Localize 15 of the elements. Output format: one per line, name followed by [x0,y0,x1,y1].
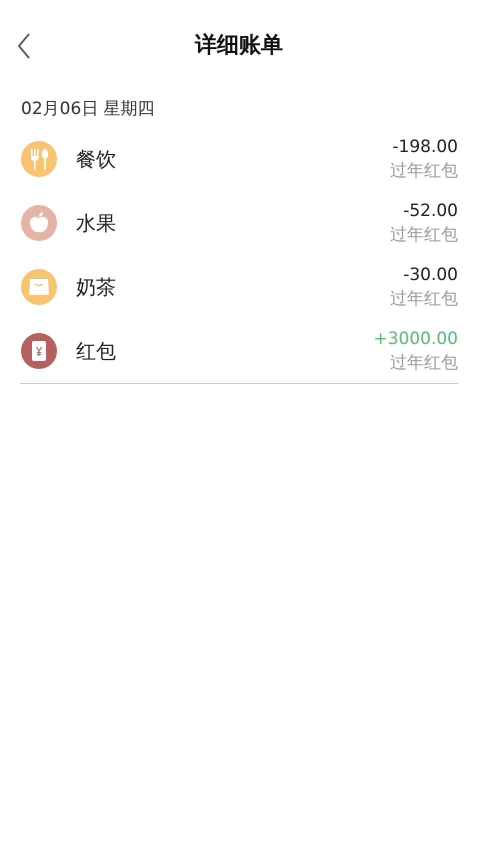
back-icon[interactable] [17,33,31,59]
amount: +3000.00 [373,328,458,351]
category-name: 餐饮 [76,146,117,172]
page-title: 详细账单 [195,32,283,60]
date-label: 02月06日 星期四 [20,98,156,121]
category-name: 水果 [76,210,117,236]
note-text: 过年红包 [390,352,458,375]
category-name: 红包 [76,338,117,364]
amount: -30.00 [403,264,458,287]
note-text: 过年红包 [390,288,458,311]
amount: -52.00 [403,200,458,223]
amount: -198.00 [392,136,458,159]
note-text: 过年红包 [390,224,458,247]
note-text: 过年红包 [390,160,458,183]
category-name: 奶茶 [76,274,117,300]
